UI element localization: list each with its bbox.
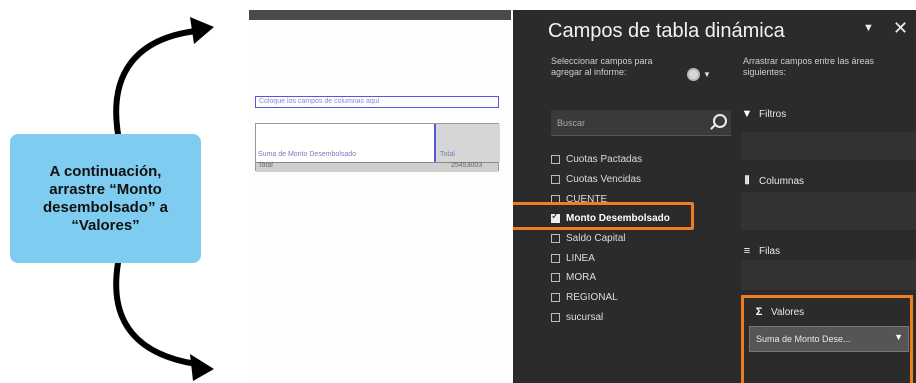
field-item-mora[interactable]: MORA [551,268,731,288]
tools-button[interactable]: ▼ [687,65,719,83]
pivot-total-header: Total [440,151,455,158]
search-input[interactable]: Buscar [551,110,731,136]
checkbox[interactable] [551,194,560,204]
pivot-header-label: Suma de Monto Desembolsado [258,151,357,158]
checkbox[interactable] [551,312,560,322]
checkbox[interactable] [551,234,560,244]
field-item-saldo-capital[interactable]: Saldo Capital [551,229,731,249]
sheet-top-bar [249,10,511,20]
chevron-down-icon[interactable]: ▼ [894,332,903,342]
sigma-icon: Σ [755,306,763,318]
field-item-cuotas-vencidas[interactable]: Cuotas Vencidas [551,170,731,190]
pivot-fields-pane: Campos de tabla dinámica ▼ ✕ Seleccionar… [513,10,916,383]
rows-icon: ≡ [743,245,751,257]
field-item-cuotas-pactadas[interactable]: Cuotas Pactadas [551,150,731,170]
field-item-linea[interactable]: LINEA [551,248,731,268]
filters-header: ▼ Filtros [741,108,787,120]
field-item-monto-desembolsado[interactable]: Monto Desembolsado [551,209,731,229]
gear-icon [687,67,700,81]
checkbox[interactable] [551,253,560,263]
values-header: Σ Valores [753,306,804,318]
rows-drop-zone[interactable] [741,260,916,290]
worksheet-area[interactable]: Coloque los campos de columnas aquí Suma… [249,10,511,383]
columns-header: ⦀ Columnas [741,175,804,188]
field-item-cuente[interactable]: CUENTE [551,189,731,209]
field-item-sucursal[interactable]: sucursal [551,308,731,328]
checkbox[interactable] [551,175,560,185]
filter-icon: ▼ [741,108,753,120]
drag-areas-label: Arrastrar campos entre las áreas siguien… [743,56,875,77]
columns-drop-zone[interactable] [741,192,916,230]
checkbox-checked[interactable] [551,211,560,224]
checkbox[interactable] [551,155,560,165]
search-icon [713,114,727,128]
field-item-regional[interactable]: REGIONAL [551,288,731,308]
pivot-areas: Arrastrar campos entre las áreas siguien… [741,10,916,383]
columns-icon: ⦀ [744,175,750,187]
filters-drop-zone[interactable] [741,132,916,160]
pivot-total-row-label: Total [258,162,273,169]
values-field-chip[interactable]: Suma de Monto Dese... ▼ [749,326,909,352]
checkbox[interactable] [551,293,560,303]
field-list: Cuotas Pactadas Cuotas Vencidas CUENTE M… [551,150,731,327]
pivot-column-drop-hint[interactable]: Coloque los campos de columnas aquí [255,96,499,108]
chevron-down-icon: ▼ [703,69,711,79]
instruction-callout: A continuación, arrastre “Monto desembol… [10,134,201,263]
instruction-text: A continuación, arrastre “Monto desembol… [42,162,169,234]
checkbox[interactable] [551,273,560,283]
pivot-total-value: 25453003 [451,162,483,169]
rows-header: ≡ Filas [741,245,780,257]
choose-fields-label: Seleccionar campos para agregar al infor… [551,56,653,77]
pivot-table[interactable]: Suma de Monto Desembolsado Total Total 2… [255,123,500,172]
